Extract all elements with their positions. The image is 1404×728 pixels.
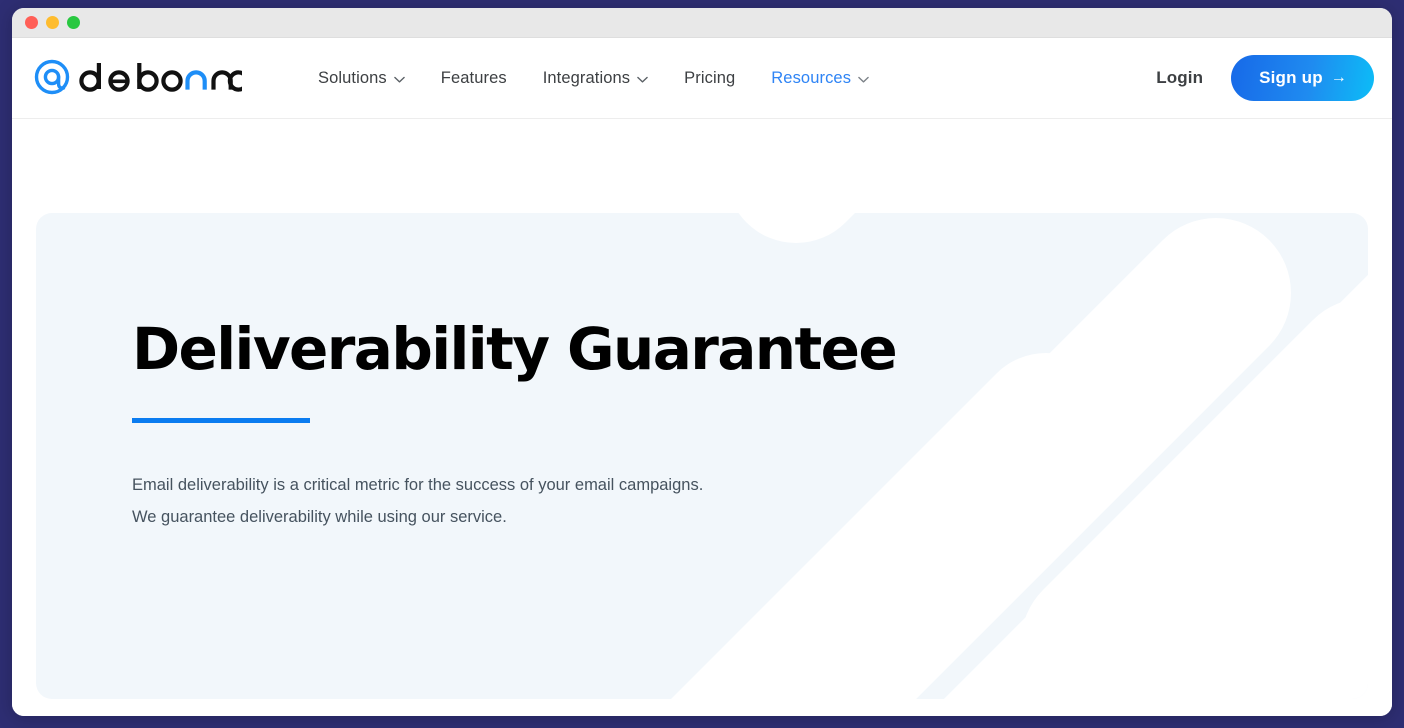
- signup-button-label: Sign up: [1259, 68, 1323, 87]
- chevron-down-icon: [637, 76, 648, 83]
- page-title: Deliverability Guarantee: [132, 315, 898, 383]
- nav-item-integrations[interactable]: Integrations: [525, 61, 666, 96]
- nav-item-resources[interactable]: Resources: [753, 61, 887, 96]
- hero-description: Email deliverability is a critical metri…: [132, 475, 704, 526]
- title-underline-rule: [132, 417, 310, 423]
- primary-navigation: Solutions Features Integrations Pricing: [300, 61, 887, 96]
- hero-section-wrapper: Deliverability Guarantee Email deliverab…: [12, 119, 1392, 699]
- nav-item-features[interactable]: Features: [423, 61, 525, 96]
- zoom-window-button[interactable]: [67, 16, 80, 29]
- arrow-right-icon: →: [1330, 69, 1347, 86]
- chevron-down-icon: [394, 76, 405, 83]
- nav-label-resources: Resources: [771, 68, 852, 87]
- nav-label-pricing: Pricing: [684, 68, 736, 87]
- nav-item-pricing[interactable]: Pricing: [666, 61, 753, 96]
- page-viewport: Solutions Features Integrations Pricing: [12, 38, 1392, 716]
- close-window-button[interactable]: [25, 16, 38, 29]
- signup-button[interactable]: Sign up →: [1231, 55, 1374, 101]
- hero-section: Deliverability Guarantee Email deliverab…: [36, 213, 1368, 699]
- nav-label-integrations: Integrations: [542, 68, 631, 87]
- header-actions: Login Sign up →: [1156, 55, 1380, 101]
- site-header: Solutions Features Integrations Pricing: [12, 38, 1392, 119]
- minimize-window-button[interactable]: [46, 16, 59, 29]
- chevron-down-icon: [858, 76, 869, 83]
- nav-label-features: Features: [440, 68, 507, 87]
- debounce-logo-icon: [34, 59, 242, 95]
- browser-titlebar: [12, 8, 1392, 38]
- login-link[interactable]: Login: [1156, 68, 1203, 88]
- browser-window: Solutions Features Integrations Pricing: [12, 8, 1392, 716]
- nav-item-solutions[interactable]: Solutions: [300, 61, 423, 96]
- hero-content: Deliverability Guarantee Email deliverab…: [36, 213, 1368, 533]
- nav-label-solutions: Solutions: [318, 68, 387, 87]
- debounce-logo[interactable]: [32, 57, 242, 97]
